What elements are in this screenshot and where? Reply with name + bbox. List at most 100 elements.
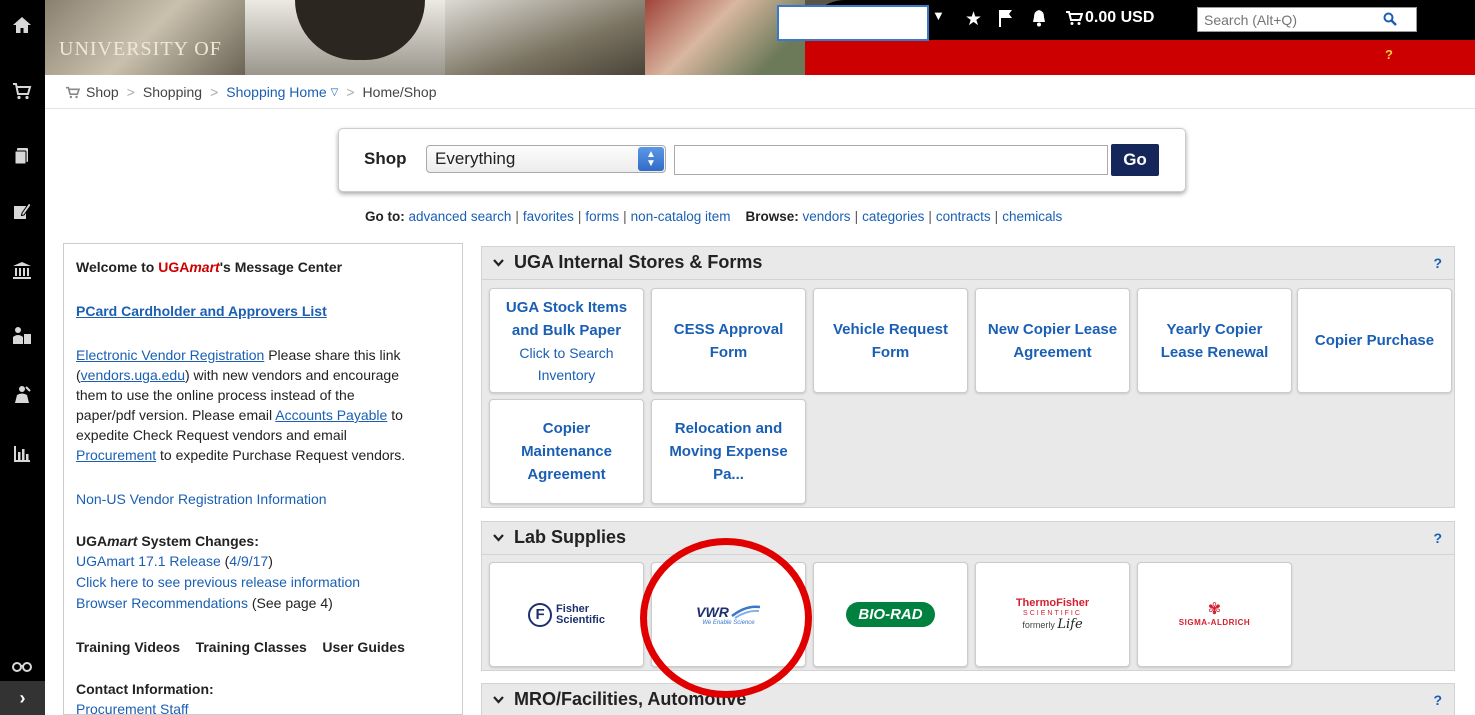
evr-link[interactable]: Electronic Vendor Registration bbox=[76, 347, 264, 363]
panel-help-link[interactable]: ? bbox=[1433, 692, 1442, 708]
tile-relocation-expense[interactable]: Relocation and Moving Expense Pa... bbox=[651, 399, 806, 504]
link-contracts[interactable]: contracts bbox=[936, 209, 991, 224]
accounts-payable-link[interactable]: Accounts Payable bbox=[275, 407, 387, 423]
bell-icon[interactable] bbox=[1030, 9, 1048, 27]
system-changes-title: UGAmart System Changes: bbox=[76, 533, 259, 549]
biorad-logo: BIO-RAD bbox=[846, 602, 935, 627]
vendor-user-icon[interactable] bbox=[9, 323, 35, 349]
procurement-staff-row: Procurement Staff bbox=[76, 699, 454, 714]
documents-icon[interactable] bbox=[9, 143, 35, 169]
link-chemicals[interactable]: chemicals bbox=[1002, 209, 1062, 224]
shop-search-input[interactable] bbox=[674, 145, 1108, 175]
shop-label: Shop bbox=[364, 149, 407, 168]
panel-help-link[interactable]: ? bbox=[1433, 530, 1442, 546]
shop-search-box: Shop Everything ▲ ▼ Go bbox=[338, 128, 1186, 192]
pcard-link[interactable]: PCard Cardholder and Approvers List bbox=[76, 303, 327, 319]
cart-icon[interactable] bbox=[9, 78, 35, 104]
breadcrumb-dropdown-icon[interactable]: ▽ bbox=[331, 87, 339, 98]
institution-icon[interactable] bbox=[9, 258, 35, 284]
panel-help-link[interactable]: ? bbox=[1433, 255, 1442, 271]
link-vendors[interactable]: vendors bbox=[803, 209, 851, 224]
procurement-link[interactable]: Procurement bbox=[76, 447, 156, 463]
chevron-down-icon[interactable] bbox=[492, 531, 505, 544]
supplier-fisher-scientific[interactable]: F Fisher Scientific bbox=[489, 562, 644, 667]
home-icon[interactable] bbox=[9, 12, 35, 38]
link-favorites[interactable]: favorites bbox=[523, 209, 574, 224]
goto-label: Go to: bbox=[365, 209, 405, 224]
breadcrumb-separator: > bbox=[346, 84, 355, 100]
panel-lab-supplies-header[interactable]: Lab Supplies ? bbox=[481, 521, 1455, 555]
chevron-down-icon[interactable] bbox=[492, 256, 505, 269]
breadcrumb-divider bbox=[45, 108, 1475, 109]
link-non-catalog-item[interactable]: non-catalog item bbox=[631, 209, 731, 224]
chevron-down-icon[interactable] bbox=[492, 693, 505, 706]
select-arrows-icon[interactable]: ▲ ▼ bbox=[638, 147, 664, 171]
university-logo-text: UNIVERSITY OF bbox=[59, 38, 222, 60]
supplier-sigma-aldrich[interactable]: ✾ SIGMA-ALDRICH bbox=[1137, 562, 1292, 667]
breadcrumb-shop: Shop bbox=[86, 84, 119, 100]
shop-scope-select[interactable]: Everything ▲ ▼ bbox=[426, 145, 666, 173]
non-us-row: Non-US Vendor Registration Information bbox=[76, 489, 454, 509]
release-row: UGAmart 17.1 Release (4/9/17) bbox=[76, 553, 273, 569]
organization-selector[interactable] bbox=[777, 5, 929, 41]
message-center: Welcome to UGAmart's Message Center PCar… bbox=[63, 243, 463, 715]
supplier-thermo-fisher[interactable]: ThermoFisher SCIENTIFIC formerly Life bbox=[975, 562, 1130, 667]
panel-title: UGA Internal Stores & Forms bbox=[514, 252, 763, 272]
tile-copier-maintenance[interactable]: Copier Maintenance Agreement bbox=[489, 399, 644, 504]
breadcrumb-cart-icon bbox=[66, 86, 80, 98]
release-link[interactable]: UGAmart 17.1 Release bbox=[76, 553, 221, 569]
expand-nav-button[interactable]: › bbox=[0, 681, 45, 715]
chevron-down-icon[interactable]: ▼ bbox=[932, 8, 945, 23]
tile-new-copier-lease[interactable]: New Copier Lease Agreement bbox=[975, 288, 1130, 393]
link-advanced-search[interactable]: advanced search bbox=[409, 209, 512, 224]
non-us-vendor-link[interactable]: Non-US Vendor Registration Information bbox=[76, 491, 327, 507]
header-red-band bbox=[805, 40, 1475, 75]
contact-title: Contact Information: bbox=[76, 681, 214, 697]
previous-release-row: Click here to see previous release infor… bbox=[76, 572, 454, 592]
training-row: Training Videos Training Classes User Gu… bbox=[76, 637, 454, 657]
flag-icon[interactable] bbox=[998, 9, 1014, 27]
browser-recommendations-link[interactable]: Browser Recommendations bbox=[76, 595, 248, 611]
left-nav-rail: › bbox=[0, 0, 45, 715]
training-classes-link[interactable]: Training Classes bbox=[196, 639, 307, 655]
link-forms[interactable]: forms bbox=[585, 209, 619, 224]
breadcrumb-shopping: Shopping bbox=[142, 84, 203, 100]
panel-mro-header[interactable]: MRO/Facilities, Automotive ? bbox=[481, 683, 1455, 715]
search-icon[interactable] bbox=[1383, 12, 1397, 26]
previous-release-link[interactable]: Click here to see previous release infor… bbox=[76, 574, 360, 590]
tile-cess-approval[interactable]: CESS Approval Form bbox=[651, 288, 806, 393]
cart-total[interactable]: 0.00 USD bbox=[1085, 9, 1154, 27]
go-button[interactable]: Go bbox=[1111, 144, 1159, 176]
thermo-fisher-logo: ThermoFisher SCIENTIFIC formerly Life bbox=[1015, 597, 1090, 632]
vendors-url-link[interactable]: vendors.uga.edu bbox=[81, 367, 185, 383]
tile-yearly-copier-renewal[interactable]: Yearly Copier Lease Renewal bbox=[1137, 288, 1292, 393]
binoculars-icon[interactable] bbox=[9, 651, 35, 677]
link-categories[interactable]: categories bbox=[862, 209, 924, 224]
header-help-link[interactable]: ? bbox=[1385, 47, 1393, 62]
star-icon[interactable]: ★ bbox=[965, 8, 982, 31]
supplier-bio-rad[interactable]: BIO-RAD bbox=[813, 562, 968, 667]
tile-copier-purchase[interactable]: Copier Purchase bbox=[1297, 288, 1452, 393]
user-guides-link[interactable]: User Guides bbox=[322, 639, 404, 655]
message-center-title: Welcome to UGAmart's Message Center bbox=[76, 259, 343, 275]
edit-form-icon[interactable] bbox=[9, 198, 35, 224]
annotation-red-circle bbox=[640, 538, 812, 698]
breadcrumb-shopping-home[interactable]: Shopping Home bbox=[226, 84, 326, 100]
training-videos-link[interactable]: Training Videos bbox=[76, 639, 180, 655]
panel-internal-stores-header[interactable]: UGA Internal Stores & Forms ? bbox=[481, 246, 1455, 280]
reports-chart-icon[interactable] bbox=[9, 441, 35, 467]
breadcrumb-separator: > bbox=[126, 84, 135, 100]
pcard-row: PCard Cardholder and Approvers List bbox=[76, 301, 454, 321]
panel-title: Lab Supplies bbox=[514, 527, 627, 547]
sigma-aldrich-emblem-icon: ✾ bbox=[1207, 601, 1222, 618]
header-cart-icon[interactable] bbox=[1065, 10, 1083, 26]
procurement-staff-link[interactable]: Procurement Staff bbox=[76, 701, 189, 714]
fisher-logo: F Fisher Scientific bbox=[528, 602, 605, 627]
release-date-link[interactable]: 4/9/17 bbox=[229, 553, 268, 569]
evr-paragraph: Electronic Vendor Registration Please sh… bbox=[76, 347, 406, 463]
tile-stock-items[interactable]: UGA Stock Items and Bulk Paper Click to … bbox=[489, 288, 644, 393]
breadcrumb-home-shop: Home/Shop bbox=[362, 84, 437, 100]
tile-vehicle-request[interactable]: Vehicle Request Form bbox=[813, 288, 968, 393]
breadcrumb: Shop > Shopping > Shopping Home ▽ > Home… bbox=[65, 82, 436, 102]
approvals-icon[interactable] bbox=[9, 382, 35, 408]
